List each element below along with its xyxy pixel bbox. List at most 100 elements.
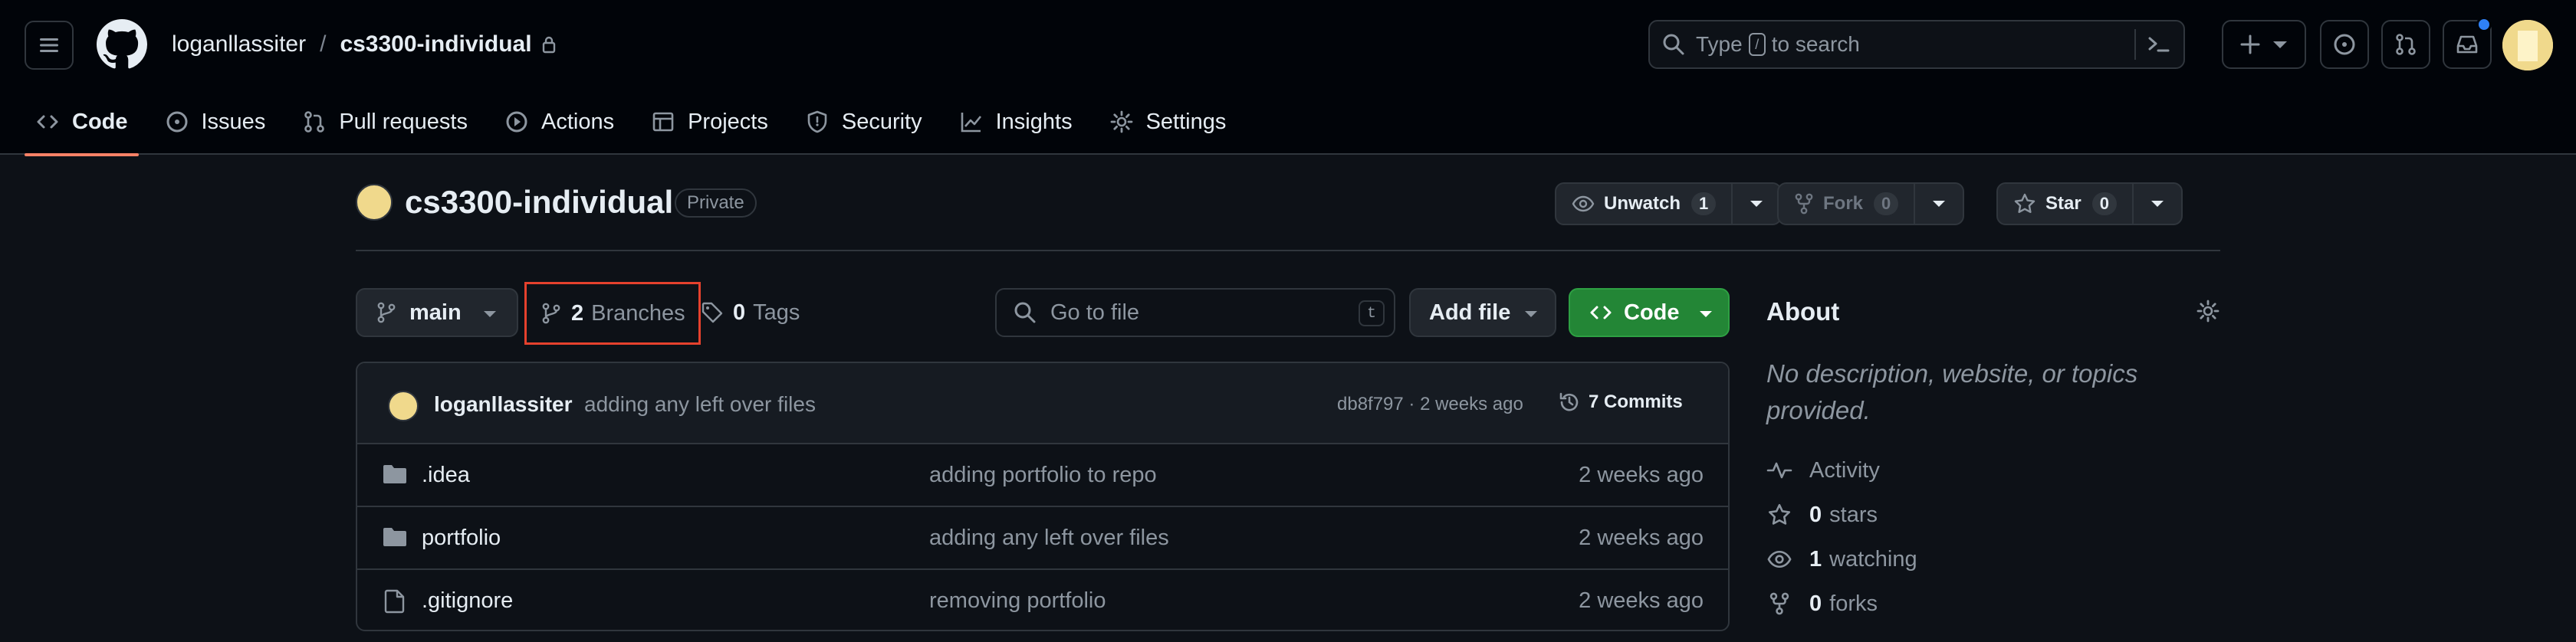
repo-navigation: Code Issues Pull requests Actions Projec…	[25, 89, 1252, 156]
repo-title-row: cs3300-individual Private Unwatch 1 Fork…	[356, 182, 2220, 251]
create-new-button[interactable]	[2222, 20, 2306, 69]
folder-icon	[383, 528, 406, 546]
tab-issues[interactable]: Issues	[154, 89, 277, 155]
file-commit-message[interactable]: adding portfolio to repo	[929, 463, 1157, 488]
go-to-file-shortcut-key: t	[1359, 300, 1385, 326]
branches-label: Branches	[591, 300, 685, 326]
chevron-down-icon	[1933, 201, 1946, 207]
star-icon	[1768, 503, 1791, 525]
commits-history-link[interactable]: 7 Commits	[1558, 391, 1683, 414]
chevron-down-icon	[2273, 41, 2287, 48]
tab-projects[interactable]: Projects	[640, 89, 779, 155]
file-commit-message[interactable]: adding any left over files	[929, 526, 1169, 551]
file-browser: loganllassiter adding any left over file…	[356, 362, 1730, 631]
tab-code[interactable]: Code	[25, 89, 139, 156]
branch-name: main	[409, 300, 462, 325]
issues-button[interactable]	[2320, 20, 2369, 69]
branches-link[interactable]: 2 Branches	[524, 282, 701, 345]
commit-author-avatar[interactable]	[388, 391, 419, 421]
eye-icon	[1572, 195, 1595, 212]
chevron-down-icon	[1700, 311, 1712, 317]
watching-link[interactable]: 1 watching	[1766, 544, 1917, 575]
command-palette-icon[interactable]	[2145, 31, 2173, 58]
breadcrumb-separator: /	[320, 31, 327, 57]
go-to-file-input[interactable]: Go to file t	[995, 288, 1395, 337]
stars-link[interactable]: 0 stars	[1766, 500, 1878, 530]
fork-dropdown-button[interactable]	[1915, 184, 1963, 224]
tab-actions[interactable]: Actions	[494, 89, 625, 155]
tab-pull-requests-label: Pull requests	[339, 109, 468, 134]
tab-insights-label: Insights	[995, 109, 1073, 134]
title-divider	[356, 250, 2220, 251]
table-row[interactable]: portfolio adding any left over files 2 w…	[357, 507, 1728, 570]
file-commit-message[interactable]: removing portfolio	[929, 588, 1106, 614]
tab-projects-label: Projects	[688, 109, 768, 134]
file-name-link[interactable]: .gitignore	[422, 588, 513, 614]
star-icon	[2014, 193, 2036, 213]
tag-icon	[702, 302, 723, 323]
commit-meta[interactable]: db8f797 · 2 weeks ago	[1337, 394, 1523, 415]
file-name-link[interactable]: portfolio	[422, 526, 501, 551]
fork-icon	[1795, 193, 1813, 215]
forks-label: forks	[1829, 591, 1878, 616]
add-file-button[interactable]: Add file	[1409, 288, 1556, 337]
star-button[interactable]: Star 0	[1998, 184, 2134, 224]
branch-selector[interactable]: main	[356, 288, 518, 337]
star-dropdown-button[interactable]	[2134, 184, 2181, 224]
tab-pull-requests[interactable]: Pull requests	[291, 89, 478, 155]
github-logo-icon[interactable]	[97, 19, 147, 70]
tags-link[interactable]: 0 Tags	[701, 288, 800, 337]
repo-name[interactable]: cs3300-individual	[405, 182, 673, 222]
notification-indicator	[2476, 17, 2492, 32]
file-commit-date: 2 weeks ago	[1579, 463, 1704, 487]
chevron-down-icon	[484, 311, 496, 317]
visibility-badge: Private	[675, 188, 757, 218]
watch-dropdown-button[interactable]	[1733, 184, 1780, 224]
breadcrumb: loganllassiter / cs3300-individual	[172, 28, 557, 61]
star-button-group: Star 0	[1996, 182, 2183, 225]
tab-security[interactable]: Security	[794, 89, 933, 155]
global-header: loganllassiter / cs3300-individual Type …	[0, 0, 2576, 156]
chevron-down-icon	[2150, 201, 2164, 207]
file-name-link[interactable]: .idea	[422, 463, 470, 488]
tab-insights[interactable]: Insights	[948, 89, 1083, 155]
fork-count: 0	[1874, 192, 1899, 215]
global-search-input[interactable]: Type / to search	[1648, 20, 2185, 69]
pull-requests-button[interactable]	[2381, 20, 2430, 69]
folder-icon	[383, 465, 406, 483]
tags-label: Tags	[753, 300, 800, 325]
activity-link[interactable]: Activity	[1766, 455, 1880, 486]
commit-author-link[interactable]: loganllassiter	[434, 392, 573, 417]
search-placeholder-prefix: Type	[1696, 32, 1743, 56]
watching-label: watching	[1829, 546, 1917, 572]
breadcrumb-owner-link[interactable]: loganllassiter	[172, 31, 306, 57]
menu-button[interactable]	[25, 21, 74, 70]
commits-count-label: 7 Commits	[1589, 391, 1683, 412]
issue-icon	[2334, 34, 2355, 55]
commit-message-link[interactable]: adding any left over files	[584, 392, 816, 417]
breadcrumb-repo-link[interactable]: cs3300-individual	[340, 31, 531, 57]
search-placeholder: Type / to search	[1696, 32, 1860, 57]
search-divider	[2134, 29, 2136, 60]
code-icon	[1590, 306, 1612, 319]
code-button[interactable]: Code	[1569, 288, 1730, 337]
tab-settings-label: Settings	[1145, 109, 1227, 134]
unwatch-button[interactable]: Unwatch 1	[1556, 184, 1733, 224]
hamburger-icon	[40, 38, 58, 52]
fork-button[interactable]: Fork 0	[1779, 184, 1916, 224]
chevron-down-icon	[1750, 201, 1763, 207]
graph-icon	[961, 113, 981, 133]
repo-owner-avatar[interactable]	[356, 184, 393, 221]
tab-settings[interactable]: Settings	[1099, 89, 1237, 155]
code-icon	[37, 115, 58, 129]
watch-count: 1	[1691, 192, 1717, 215]
tab-code-label: Code	[72, 109, 128, 134]
table-row[interactable]: .idea adding portfolio to repo 2 weeks a…	[357, 444, 1728, 507]
table-row[interactable]: .gitignore removing portfolio 2 weeks ag…	[357, 570, 1728, 630]
add-file-label: Add file	[1429, 300, 1511, 325]
fork-label: Fork	[1823, 193, 1864, 214]
about-description: No description, website, or topics provi…	[1766, 359, 2138, 424]
gear-icon[interactable]	[2196, 299, 2220, 323]
forks-link[interactable]: 0 forks	[1766, 588, 1878, 619]
user-avatar[interactable]	[2502, 20, 2553, 70]
